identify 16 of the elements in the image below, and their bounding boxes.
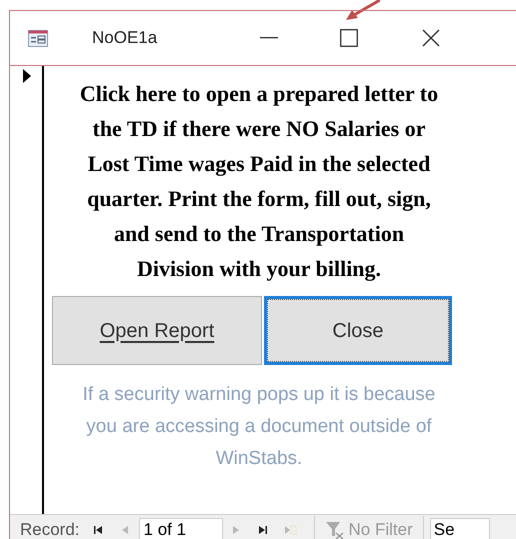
window-title: NoOE1a (92, 27, 158, 50)
record-position-field[interactable]: 1 of 1 (138, 518, 223, 539)
first-record-icon[interactable] (92, 524, 105, 536)
record-label: Record: (20, 518, 80, 539)
form-icon (28, 30, 48, 46)
search-field[interactable]: Se (430, 518, 490, 539)
minimize-icon[interactable] (260, 37, 278, 39)
filter-icon (324, 520, 345, 539)
open-report-button[interactable]: Open Report (52, 296, 262, 365)
close-icon[interactable] (422, 29, 440, 47)
close-button[interactable]: Close (264, 296, 452, 365)
last-record-icon[interactable] (256, 524, 270, 536)
instructions-text: Click here to open a prepared letter to the TD if there were NO Salaries or Lost Time wages Paid in the selected quarter. Print the form, fill out, sign, and send to the Transportation Division with your billing. (78, 80, 440, 283)
maximize-icon[interactable] (340, 29, 358, 47)
security-note: If a security warning pops up it is because you are accessing a document outside of WinStabs. (82, 383, 436, 471)
annotation-arrow (344, 0, 380, 22)
